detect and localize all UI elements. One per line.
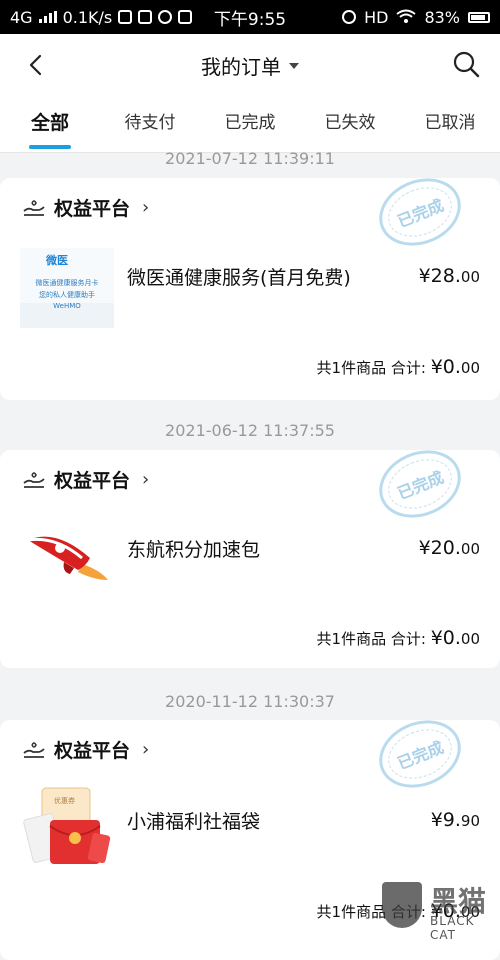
page-title-dropdown[interactable]: 我的订单 bbox=[201, 51, 299, 80]
caret-down-icon bbox=[289, 63, 299, 69]
tab-completed[interactable]: 已完成 bbox=[200, 96, 300, 152]
rocket-icon bbox=[27, 536, 108, 580]
search-icon bbox=[453, 51, 480, 78]
order-timestamp: 2021-06-12 11:37:55 bbox=[165, 421, 335, 440]
notification-icon bbox=[118, 10, 133, 24]
store-hand-icon bbox=[23, 741, 45, 758]
thumb-line1: 微医通健康服务月卡 bbox=[35, 279, 99, 287]
tab-cancelled[interactable]: 已取消 bbox=[400, 96, 500, 152]
item-price: ¥28.00 bbox=[418, 265, 480, 287]
product-thumbnail[interactable]: 微医 微医通健康服务月卡 您的私人健康助手 WeHMO bbox=[20, 248, 114, 328]
store-link[interactable]: 权益平台 › bbox=[22, 194, 149, 221]
store-hand-icon bbox=[23, 199, 45, 216]
app-notification-icon bbox=[138, 10, 153, 24]
item-price: ¥9.90 bbox=[430, 809, 480, 831]
battery-level: 83% bbox=[424, 7, 460, 27]
completed-stamp: 已完成 bbox=[369, 708, 471, 800]
page-title: 我的订单 bbox=[201, 54, 281, 79]
thumb-line3: WeHMO bbox=[53, 302, 81, 310]
network-type: 4G bbox=[10, 7, 33, 27]
order-timestamp: 2020-11-12 11:30:37 bbox=[165, 692, 335, 711]
status-bar: 4G 0.1K/s 下午9:55 HD 83% bbox=[0, 0, 500, 34]
item-name[interactable]: 东航积分加速包 bbox=[127, 536, 357, 564]
product-thumbnail[interactable]: 优惠券 bbox=[20, 786, 114, 866]
order-total: ¥0.00 bbox=[430, 627, 480, 649]
store-link[interactable]: 权益平台 › bbox=[22, 736, 149, 763]
store-name: 权益平台 bbox=[54, 198, 131, 220]
hd-indicator: HD bbox=[364, 7, 389, 27]
order-timestamp: 2021-07-12 11:39:11 bbox=[165, 149, 335, 168]
order-card[interactable]: 权益平台 › 已完成 东航积分加速包 ¥20.00 共1件商品 合计: ¥0.0… bbox=[0, 438, 500, 668]
item-name[interactable]: 微医通健康服务(首月免费) bbox=[127, 264, 357, 292]
thumb-card-label: 优惠券 bbox=[54, 797, 75, 805]
status-left: 4G 0.1K/s bbox=[10, 7, 193, 27]
store-hand-icon bbox=[23, 471, 45, 488]
store-link[interactable]: 权益平台 › bbox=[22, 466, 149, 493]
tab-pending-payment[interactable]: 待支付 bbox=[100, 96, 200, 152]
thumb-line2: 您的私人健康助手 bbox=[39, 291, 95, 299]
completed-stamp: 已完成 bbox=[369, 438, 471, 530]
chevron-right-icon: › bbox=[142, 197, 150, 218]
wifi-icon bbox=[396, 8, 417, 27]
store-name: 权益平台 bbox=[54, 470, 131, 492]
item-name[interactable]: 小浦福利社福袋 bbox=[127, 808, 357, 836]
search-button[interactable] bbox=[448, 46, 484, 82]
video-app-icon bbox=[178, 10, 193, 24]
order-card[interactable]: 权益平台 › 已完成 微医 微医通健康服务月卡 您的私人健康助手 WeHMO 微… bbox=[0, 166, 500, 400]
order-summary: 共1件商品 合计: ¥0.00 bbox=[316, 356, 480, 378]
completed-stamp: 已完成 bbox=[369, 166, 471, 258]
order-tabs: 全部 待支付 已完成 已失效 已取消 bbox=[0, 96, 500, 153]
status-right: HD 83% bbox=[342, 8, 490, 27]
order-summary: 共1件商品 合计: ¥0.00 bbox=[316, 627, 480, 649]
battery-icon bbox=[468, 11, 490, 23]
chevron-right-icon: › bbox=[142, 739, 150, 760]
tab-expired[interactable]: 已失效 bbox=[300, 96, 400, 152]
cat-logo-icon bbox=[382, 882, 422, 928]
chevron-right-icon: › bbox=[142, 469, 150, 490]
back-button[interactable] bbox=[18, 48, 52, 82]
product-thumbnail[interactable] bbox=[20, 514, 114, 594]
browser-icon bbox=[158, 10, 173, 24]
order-total: ¥0.00 bbox=[430, 356, 480, 378]
signal-icon bbox=[38, 11, 57, 23]
tab-all[interactable]: 全部 bbox=[0, 96, 100, 152]
network-speed: 0.1K/s bbox=[62, 7, 113, 27]
back-arrow-icon bbox=[29, 54, 42, 76]
alarm-icon bbox=[342, 10, 357, 24]
watermark-subtext: BLACK CAT bbox=[430, 914, 475, 942]
watermark: 黑猫 BLACK CAT bbox=[378, 880, 496, 942]
thumb-brand: 微医 bbox=[46, 254, 68, 267]
item-price: ¥20.00 bbox=[418, 537, 480, 559]
store-name: 权益平台 bbox=[54, 740, 131, 762]
header: 我的订单 bbox=[0, 34, 500, 96]
